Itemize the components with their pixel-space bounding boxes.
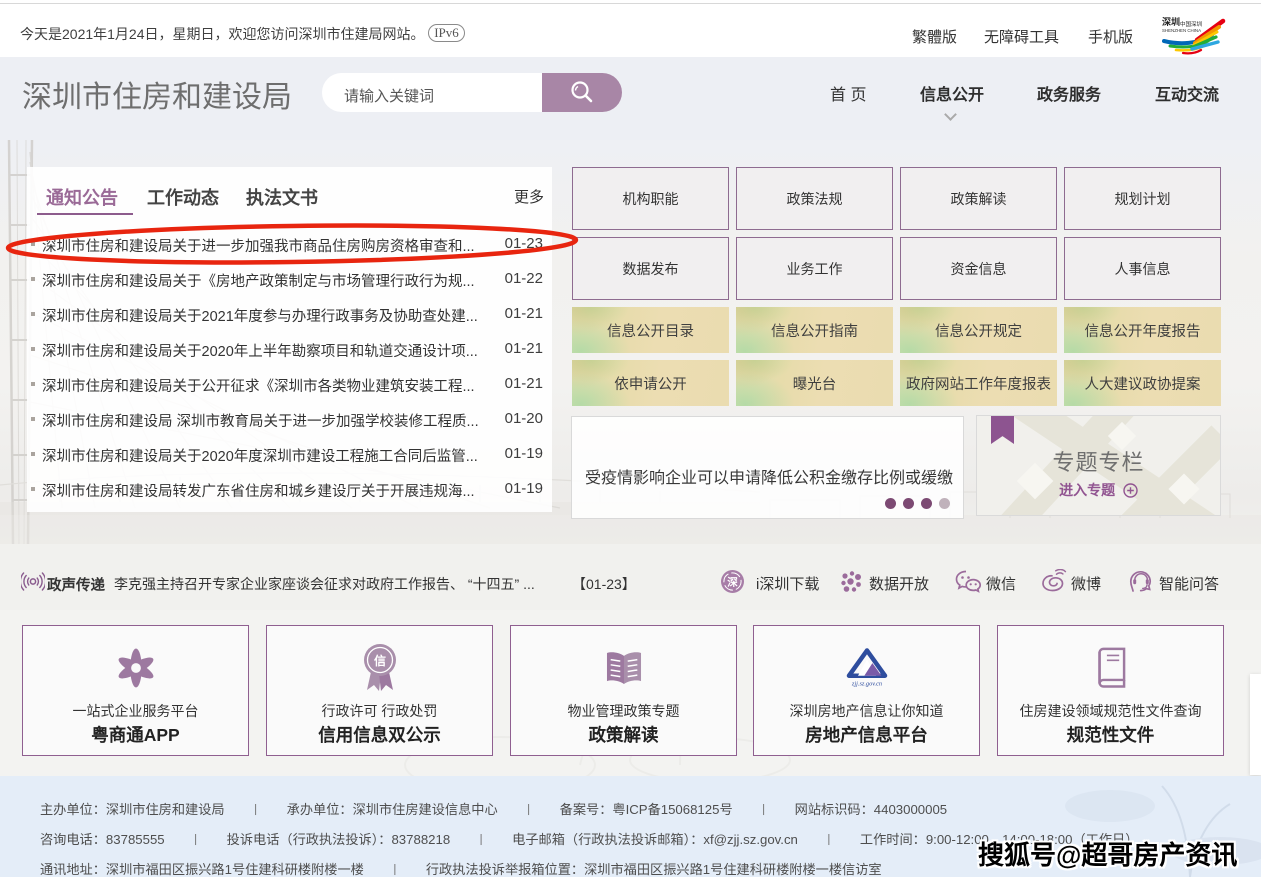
svg-text:深圳: 深圳 [1162,16,1180,27]
svg-text:中国深圳: 中国深圳 [1180,20,1203,28]
svg-text:深: 深 [727,576,738,589]
svg-text:SHENZHEN CHINA: SHENZHEN CHINA [1162,28,1201,33]
svg-text:信: 信 [373,653,385,668]
svg-text:zjj.sz.gov.cn: zjj.sz.gov.cn [850,680,881,687]
